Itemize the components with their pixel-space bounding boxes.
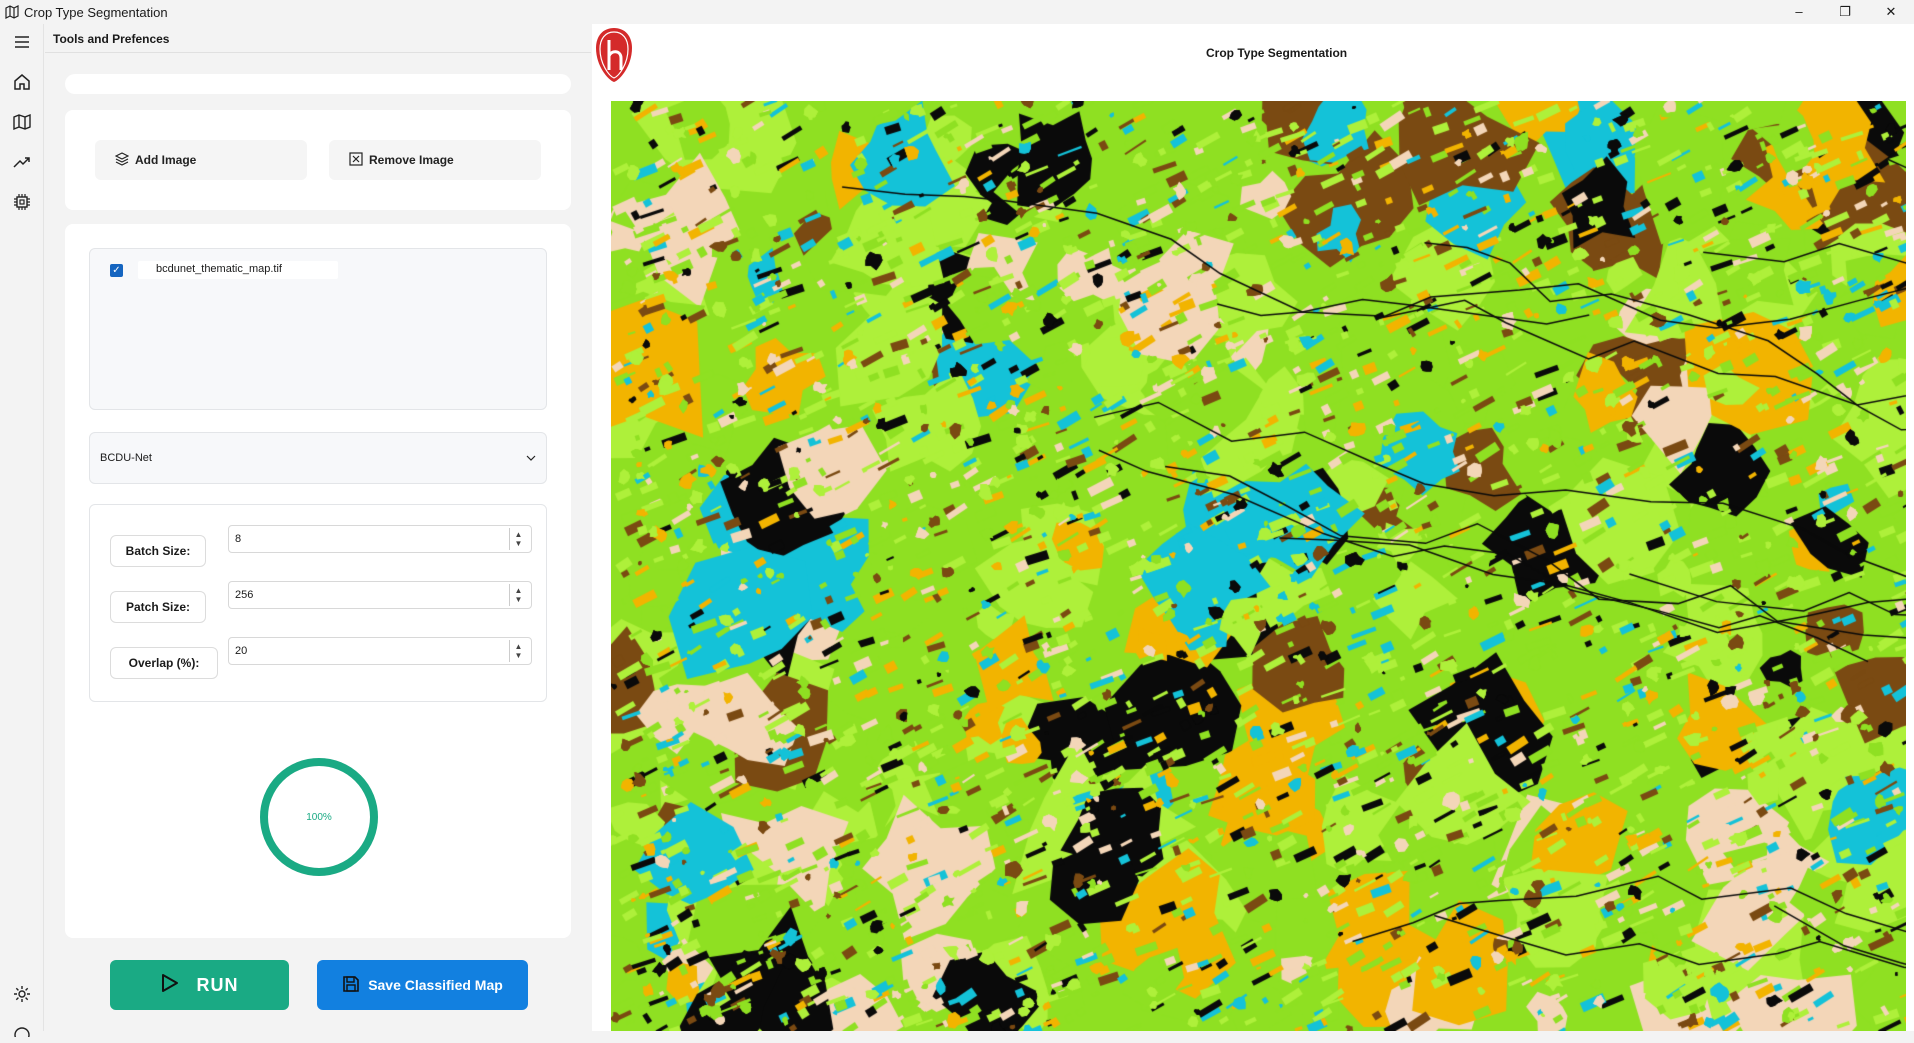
layer-name[interactable]: bcdunet_thematic_map.tif bbox=[156, 263, 282, 275]
batch-size-label: Batch Size: bbox=[110, 535, 206, 567]
chevron-down-icon bbox=[526, 453, 536, 464]
nav-rail bbox=[0, 24, 44, 1037]
stepper-arrows-icon[interactable]: ▲ ▼ bbox=[509, 584, 527, 606]
layer-list: ✓ bcdunet_thematic_map.tif bbox=[89, 248, 547, 410]
chip-icon[interactable] bbox=[10, 190, 34, 214]
search-strip[interactable] bbox=[65, 74, 571, 94]
play-icon bbox=[161, 973, 179, 998]
patch-size-stepper[interactable]: 256 ▲ ▼ bbox=[228, 581, 532, 609]
trending-up-icon[interactable] bbox=[10, 150, 34, 174]
save-label: Save Classified Map bbox=[368, 977, 503, 993]
progress-text: 100% bbox=[306, 811, 332, 823]
stepper-arrows-icon[interactable]: ▲ ▼ bbox=[509, 528, 527, 550]
window-controls: – ❐ ✕ bbox=[1776, 0, 1914, 24]
home-icon[interactable] bbox=[10, 70, 34, 94]
maximize-button[interactable]: ❐ bbox=[1822, 0, 1868, 24]
layer-checkbox[interactable]: ✓ bbox=[110, 264, 123, 277]
save-disk-icon bbox=[342, 975, 360, 996]
patch-size-value: 256 bbox=[235, 589, 254, 601]
batch-size-stepper[interactable]: 8 ▲ ▼ bbox=[228, 525, 532, 553]
map-icon[interactable] bbox=[10, 110, 34, 134]
map-app-icon bbox=[0, 5, 24, 19]
stepper-arrows-icon[interactable]: ▲ ▼ bbox=[509, 640, 527, 662]
window-title: Crop Type Segmentation bbox=[24, 4, 168, 20]
history-icon[interactable] bbox=[10, 1019, 34, 1043]
model-select[interactable]: BCDU-Net bbox=[89, 432, 547, 484]
add-image-label: Add Image bbox=[135, 153, 197, 167]
settings-card: ✓ bcdunet_thematic_map.tif BCDU-Net Batc… bbox=[65, 224, 571, 938]
params-box: Batch Size: 8 ▲ ▼ Patch Size: 256 ▲ ▼ Over… bbox=[89, 504, 547, 702]
map-title: Crop Type Segmentation bbox=[1206, 46, 1348, 60]
overlap-value: 20 bbox=[235, 645, 248, 657]
overlap-label: Overlap (%): bbox=[110, 647, 218, 679]
hamburger-menu-icon[interactable] bbox=[10, 30, 34, 54]
map-view-panel: Crop Type Segmentation bbox=[592, 24, 1914, 1031]
run-button[interactable]: RUN bbox=[110, 960, 289, 1010]
university-logo bbox=[594, 26, 634, 84]
layers-icon bbox=[114, 151, 130, 169]
close-button[interactable]: ✕ bbox=[1868, 0, 1914, 24]
model-select-value: BCDU-Net bbox=[100, 452, 152, 464]
classified-map-canvas[interactable] bbox=[611, 101, 1906, 1031]
progress-ring: 100% bbox=[258, 756, 380, 878]
settings-gear-icon[interactable] bbox=[10, 982, 34, 1006]
remove-image-button[interactable]: Remove Image bbox=[329, 140, 541, 180]
overlap-stepper[interactable]: 20 ▲ ▼ bbox=[228, 637, 532, 665]
save-classified-map-button[interactable]: Save Classified Map bbox=[317, 960, 528, 1010]
panel-title: Tools and Prefences bbox=[53, 32, 170, 46]
remove-image-label: Remove Image bbox=[369, 153, 454, 167]
image-actions-card: Add Image Remove Image bbox=[65, 110, 571, 210]
batch-size-value: 8 bbox=[235, 533, 242, 545]
window-titlebar: Crop Type Segmentation – ❐ ✕ bbox=[0, 0, 1914, 24]
tools-panel: Tools and Prefences Add Image Remove Ima… bbox=[45, 24, 591, 1031]
close-box-icon bbox=[349, 151, 363, 169]
add-image-button[interactable]: Add Image bbox=[95, 140, 307, 180]
patch-size-label: Patch Size: bbox=[110, 591, 206, 623]
thematic-map-image bbox=[611, 101, 1906, 1031]
minimize-button[interactable]: – bbox=[1776, 0, 1822, 24]
run-label: RUN bbox=[196, 974, 239, 995]
divider bbox=[45, 52, 591, 53]
